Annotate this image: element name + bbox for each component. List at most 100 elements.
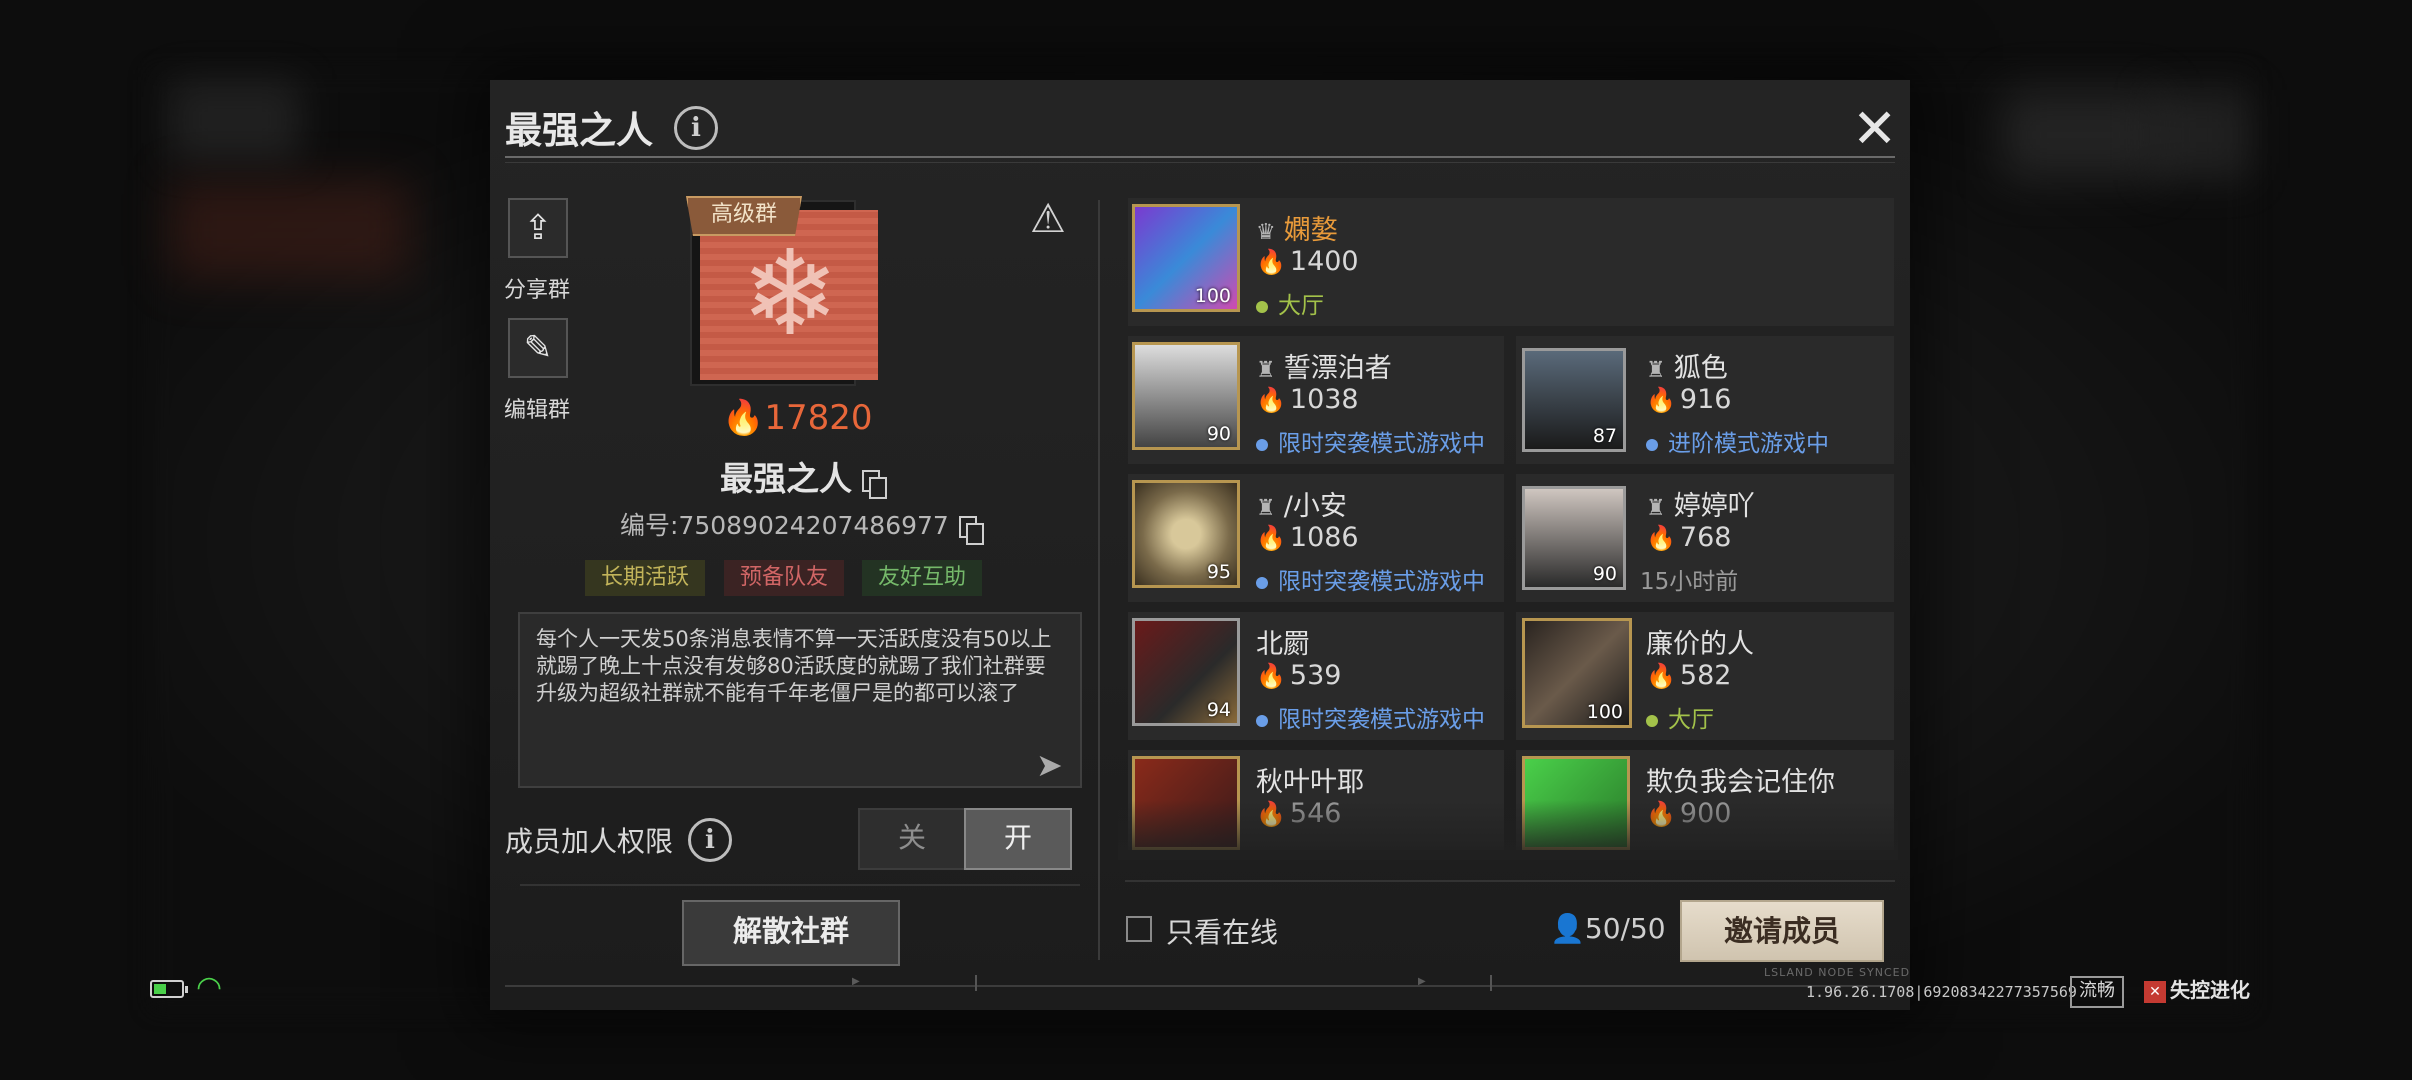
edit-icon[interactable]: ✎ (508, 318, 568, 378)
ruler-tick (1490, 975, 1492, 991)
title-divider (505, 162, 1895, 163)
status-dot (1256, 576, 1268, 589)
member-score: 🔥 1400 (1256, 246, 1359, 277)
status-dot (1256, 714, 1268, 727)
flame-icon: 🔥 (1256, 248, 1286, 276)
member-status-text: 大厅 (1278, 293, 1324, 319)
member-score: 🔥 1038 (1256, 384, 1359, 415)
member-name-text: 婷婷吖 (1673, 491, 1755, 522)
version-text: 1.96.26.1708|69208342277357569 (1806, 983, 2077, 1001)
close-icon[interactable]: ✕ (1852, 102, 1897, 156)
share-group-label[interactable]: 分享群 (504, 272, 570, 304)
group-tag-friendly: 友好互助 (862, 560, 983, 596)
member-name-text: 狐色 (1673, 353, 1728, 384)
member-score-value: 539 (1289, 660, 1342, 691)
group-tag-reserve: 预备队友 (724, 560, 845, 596)
member-status-text: 限时突袭模式游戏中 (1278, 431, 1485, 457)
member-status-text: 限时突袭模式游戏中 (1278, 569, 1485, 595)
person-icon: 👤 (1550, 912, 1585, 945)
flame-icon: 🔥 (1256, 386, 1286, 414)
member-status-text: 大厅 (1668, 707, 1714, 733)
member-count-text: 50/50 (1584, 912, 1666, 945)
title-info-icon[interactable]: i (674, 106, 718, 150)
wifi-icon: ◠ (196, 970, 223, 1005)
member-name: ♛ 嫻嫯 (1256, 208, 1338, 247)
flame-icon: 🔥 (1646, 386, 1676, 414)
member-score: 🔥 768 (1646, 522, 1731, 553)
share-icon[interactable]: ⇪ (508, 198, 568, 258)
member-avatar[interactable]: 90 (1522, 486, 1626, 590)
member-status-text: 限时突袭模式游戏中 (1278, 707, 1485, 733)
member-avatar[interactable]: 100 (1132, 204, 1240, 312)
member-name: ♜ 誓漂泊者 (1256, 346, 1392, 385)
edit-group-label[interactable]: 编辑群 (504, 392, 570, 424)
sync-label: LSLAND NODE SYNCED (1764, 966, 1911, 979)
member-status: 大厅 (1646, 700, 1714, 734)
group-heat-value: 17820 (764, 398, 873, 438)
bottom-divider (505, 985, 1895, 987)
dialog-title: 最强之人 (505, 109, 653, 152)
copy-id-icon[interactable] (958, 516, 984, 545)
game-logo-text: 失控进化 (2170, 978, 2250, 1002)
member-score: 🔥 1086 (1256, 522, 1359, 553)
member-score: 🔥 582 (1646, 660, 1731, 691)
crown-icon: ♛ (1256, 220, 1276, 245)
member-name: 廉价的人 (1646, 622, 1754, 661)
member-score: 🔥 916 (1646, 384, 1731, 415)
group-tag-active: 长期活跃 (585, 560, 706, 596)
member-avatar[interactable]: 95 (1132, 480, 1240, 588)
background-scene-detail (2150, 90, 2250, 180)
group-description[interactable]: 每个人一天发50条消息表情不算一天活跃度没有50以上就踢了晚上十点没有发够80活… (518, 612, 1082, 788)
member-name-text: 誓漂泊者 (1283, 353, 1392, 384)
member-score-value: 582 (1679, 660, 1732, 691)
member-status: 大厅 (1256, 286, 1324, 320)
member-score-value: 916 (1679, 384, 1732, 415)
member-status: 15小时前 (1640, 562, 1738, 596)
member-score-value: 1400 (1289, 246, 1359, 277)
rank-icon: ♜ (1646, 358, 1666, 383)
left-divider (520, 884, 1080, 886)
status-dot (1646, 438, 1658, 451)
column-separator (1098, 200, 1100, 960)
status-dot (1646, 714, 1658, 727)
member-count: 👤50/50 (1550, 912, 1666, 945)
permission-off-button[interactable]: 关 (858, 808, 966, 870)
background-scene-detail (170, 180, 410, 280)
online-only-checkbox[interactable] (1126, 916, 1152, 942)
permission-on-button[interactable]: 开 (964, 808, 1072, 870)
battery-level (154, 984, 166, 994)
flame-icon: 🔥 (1646, 662, 1676, 690)
member-level: 100 (1586, 701, 1623, 723)
flame-icon: 🔥 (1646, 524, 1676, 552)
logo-mark-icon: ✕ (2144, 980, 2166, 1003)
ruler-tick (975, 975, 977, 991)
flame-icon: 🔥 (1256, 524, 1286, 552)
member-avatar[interactable]: 94 (1132, 618, 1240, 726)
permission-info-icon[interactable]: i (688, 818, 732, 862)
flame-icon: 🔥 (1256, 662, 1286, 690)
member-score: 🔥 539 (1256, 660, 1341, 691)
member-name-text: 秋叶叶耶 (1256, 767, 1364, 798)
dissolve-group-button[interactable]: 解散社群 (682, 900, 900, 966)
report-warning-icon[interactable]: ⚠ (1030, 196, 1066, 242)
group-heat: 🔥17820 (722, 398, 873, 438)
rank-icon: ♜ (1646, 496, 1666, 521)
member-level: 87 (1592, 425, 1617, 447)
member-card[interactable] (1128, 198, 1894, 326)
copy-name-icon[interactable] (862, 469, 887, 499)
send-icon[interactable]: ➤ (1036, 746, 1063, 784)
invite-member-button[interactable]: 邀请成员 (1680, 900, 1884, 962)
game-logo: ✕ 失控进化 (2144, 974, 2250, 1003)
member-avatar[interactable]: 100 (1522, 618, 1632, 728)
member-name: ♜ /小安 (1256, 484, 1347, 523)
member-avatar[interactable]: 90 (1132, 342, 1240, 450)
member-avatar[interactable]: 87 (1522, 348, 1626, 452)
title-divider (505, 156, 1895, 158)
ruler-marker-icon: ▶ (852, 976, 860, 987)
join-permission-label: 成员加人权限 (505, 825, 674, 858)
online-only-label[interactable]: 只看在线 (1166, 911, 1278, 951)
group-name-text: 最强之人 (720, 459, 852, 498)
group-name: 最强之人 (720, 452, 887, 500)
snowflake-icon: ❄ (740, 224, 840, 362)
right-divider (1125, 880, 1895, 882)
